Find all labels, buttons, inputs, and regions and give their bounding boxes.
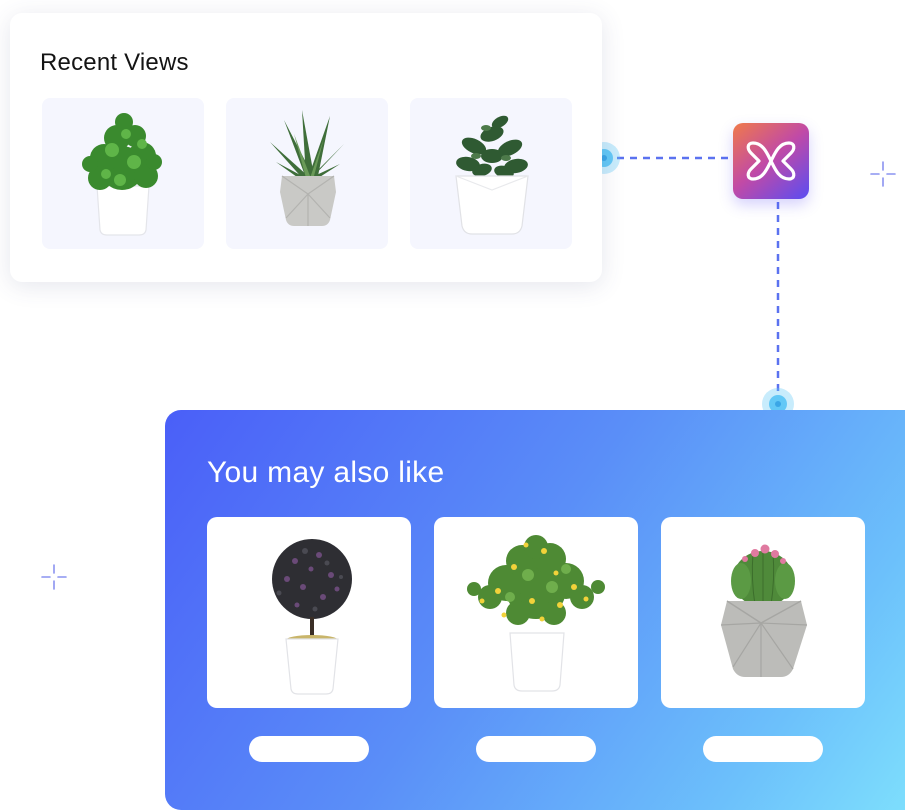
aloe-plant-image <box>270 110 344 226</box>
recent-product-tile[interactable] <box>226 98 388 249</box>
product-label-placeholder <box>476 736 596 762</box>
recent-product-tile[interactable] <box>42 98 204 249</box>
recent-views-title: Recent Views <box>40 49 189 76</box>
brand-logo <box>733 123 809 199</box>
flowering-shrub-image <box>467 535 605 692</box>
sparkle-icon <box>41 564 67 590</box>
cactus-plant-image <box>720 544 808 677</box>
recommended-product-tile[interactable] <box>207 517 411 708</box>
recent-views-card: Recent Views <box>10 13 602 282</box>
product-label-placeholder <box>249 736 369 762</box>
recommendations-card: You may also like <box>165 410 905 810</box>
product-label-placeholder <box>703 736 823 762</box>
recommendations-title: You may also like <box>207 456 445 489</box>
topiary-plant-image <box>272 539 352 695</box>
leafy-plant-image <box>82 113 162 236</box>
sparkle-icon <box>870 161 896 187</box>
jade-plant-image <box>455 115 529 235</box>
bow-logo-icon <box>746 141 796 181</box>
recent-product-tile[interactable] <box>410 98 572 249</box>
recommended-product-tile[interactable] <box>661 517 865 708</box>
recommended-product-tile[interactable] <box>434 517 638 708</box>
